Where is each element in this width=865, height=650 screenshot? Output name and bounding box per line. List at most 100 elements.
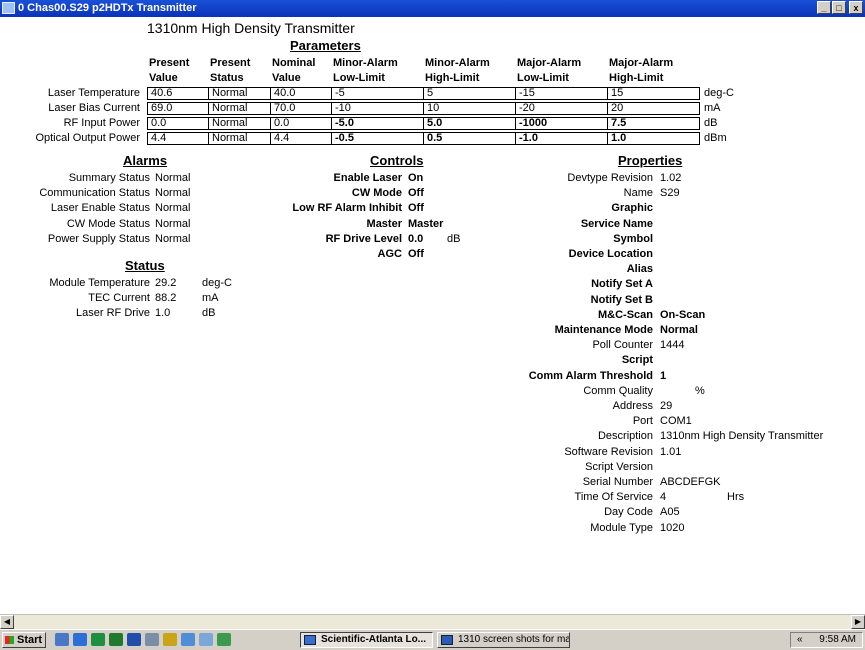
property-unit: Hrs — [727, 491, 745, 504]
param-cell[interactable]: 0.0 — [270, 117, 332, 130]
tool-icon[interactable] — [199, 633, 213, 646]
param-header-line1: Minor-Alarm — [333, 57, 398, 69]
param-cell[interactable]: 20 — [607, 102, 700, 115]
property-label: Address — [612, 400, 653, 412]
property-label: Script Version — [585, 460, 653, 473]
status-label: Module Temperature — [49, 277, 150, 289]
param-cell[interactable]: 40.6 — [147, 87, 209, 100]
property-label: Graphic — [611, 202, 653, 215]
tray-expand-icon[interactable]: « — [797, 633, 803, 647]
alarms-label: Communication Status — [39, 187, 150, 200]
internet-explorer-icon[interactable] — [73, 633, 87, 646]
param-cell[interactable]: 1.0 — [607, 132, 700, 145]
scroll-right-arrow-icon[interactable]: ▶ — [851, 615, 865, 629]
param-cell[interactable]: Normal — [208, 87, 271, 100]
param-cell[interactable]: 5.0 — [423, 117, 516, 130]
property-label: Description — [597, 430, 653, 443]
alarms-value: Normal — [155, 172, 191, 184]
status-label: Laser RF Drive — [76, 307, 150, 320]
window-title: 0 Chas00.S29 p2HDTx Transmitter — [18, 2, 197, 14]
word-icon[interactable] — [127, 633, 141, 646]
property-label: Device Location — [568, 248, 653, 260]
window-title-bar[interactable]: 0 Chas00.S29 p2HDTx Transmitter _ □ x — [0, 0, 865, 17]
excel-icon[interactable] — [109, 633, 123, 646]
param-header-line1: Present — [210, 57, 251, 69]
param-cell[interactable]: 5 — [423, 87, 516, 100]
param-cell[interactable]: -5.0 — [331, 117, 424, 130]
property-label: Day Code — [604, 506, 653, 519]
controls-value: Off — [408, 187, 424, 200]
param-cell[interactable]: 7.5 — [607, 117, 700, 130]
task-button-screen-shots[interactable]: 1310 screen shots for ma... — [437, 632, 570, 648]
alarms-value: Normal — [155, 232, 191, 245]
controls-title: Controls — [370, 153, 424, 168]
document-icon[interactable] — [145, 633, 159, 646]
param-cell[interactable]: -5 — [331, 87, 424, 100]
word-doc-icon — [441, 635, 453, 645]
alarms-value: Normal — [155, 202, 191, 215]
param-cell[interactable]: 15 — [607, 87, 700, 100]
property-label: Software Revision — [564, 445, 653, 458]
param-cell[interactable]: 4.4 — [147, 132, 209, 145]
task-button-scientific-atlanta[interactable]: Scientific-Atlanta Lo... — [300, 632, 433, 648]
controls-label: Master — [366, 217, 402, 230]
property-label: Module Type — [590, 521, 653, 534]
param-cell[interactable]: 70.0 — [270, 102, 332, 115]
start-button[interactable]: Start — [2, 632, 46, 648]
param-cell[interactable]: 69.0 — [147, 102, 209, 115]
property-value: ABCDEFGK — [660, 476, 721, 488]
param-cell[interactable]: 40.0 — [270, 87, 332, 100]
maximize-button[interactable]: □ — [832, 1, 846, 14]
param-cell[interactable]: -1000 — [515, 117, 608, 130]
network-icon[interactable] — [181, 633, 195, 646]
task-label: Scientific-Atlanta Lo... — [321, 634, 427, 645]
paint-icon[interactable] — [163, 633, 177, 646]
param-cell[interactable]: 0.0 — [147, 117, 209, 130]
status-title: Status — [125, 258, 165, 273]
property-value: 1.02 — [660, 172, 682, 184]
param-cell[interactable]: Normal — [208, 132, 271, 145]
property-label: Comm Quality — [583, 384, 653, 397]
param-cell[interactable]: 0.5 — [423, 132, 516, 145]
param-header-line2: Value — [149, 72, 178, 84]
param-unit: dBm — [704, 132, 727, 144]
property-value: 1 — [660, 369, 667, 382]
param-cell[interactable]: -15 — [515, 87, 608, 100]
property-label: M&C-Scan — [597, 308, 653, 321]
param-cell[interactable]: -10 — [331, 102, 424, 115]
property-value: Normal — [660, 324, 698, 336]
param-header-line2: Status — [210, 72, 244, 84]
param-cell[interactable]: 4.4 — [270, 132, 332, 145]
properties-title: Properties — [618, 153, 683, 168]
property-label: Alias — [626, 263, 653, 276]
param-row-label: Laser Bias Current — [48, 102, 140, 114]
param-cell[interactable]: Normal — [208, 117, 271, 130]
horizontal-scrollbar[interactable]: ◀ ▶ — [0, 614, 865, 629]
property-value: 1310nm High Density Transmitter — [660, 430, 824, 443]
param-cell[interactable]: Normal — [208, 102, 271, 115]
param-header-line2: Value — [272, 72, 301, 84]
property-label: Name — [623, 187, 653, 200]
property-label: Poll Counter — [592, 339, 653, 352]
param-header-line1: Major-Alarm — [609, 57, 674, 69]
property-value: 1.01 — [660, 445, 682, 458]
desktop-icon[interactable] — [55, 633, 69, 646]
property-label: Serial Number — [582, 476, 653, 488]
property-value: 1444 — [660, 339, 685, 352]
param-cell[interactable]: -1.0 — [515, 132, 608, 145]
close-button[interactable]: x — [849, 1, 863, 14]
param-unit: mA — [704, 102, 721, 114]
param-cell[interactable]: 10 — [423, 102, 516, 115]
app-launcher-icon[interactable] — [217, 633, 231, 646]
param-cell[interactable]: -0.5 — [331, 132, 424, 145]
controls-value: Off — [408, 248, 424, 260]
media-icon[interactable] — [91, 633, 105, 646]
status-label: TEC Current — [88, 292, 150, 305]
alarms-label: CW Mode Status — [66, 217, 150, 230]
minimize-button[interactable]: _ — [817, 1, 831, 14]
param-cell[interactable]: -20 — [515, 102, 608, 115]
alarms-label: Power Supply Status — [47, 232, 150, 245]
param-header-line1: Present — [149, 57, 190, 69]
param-header-line2: Low-Limit — [517, 72, 569, 84]
scroll-left-arrow-icon[interactable]: ◀ — [0, 615, 14, 629]
